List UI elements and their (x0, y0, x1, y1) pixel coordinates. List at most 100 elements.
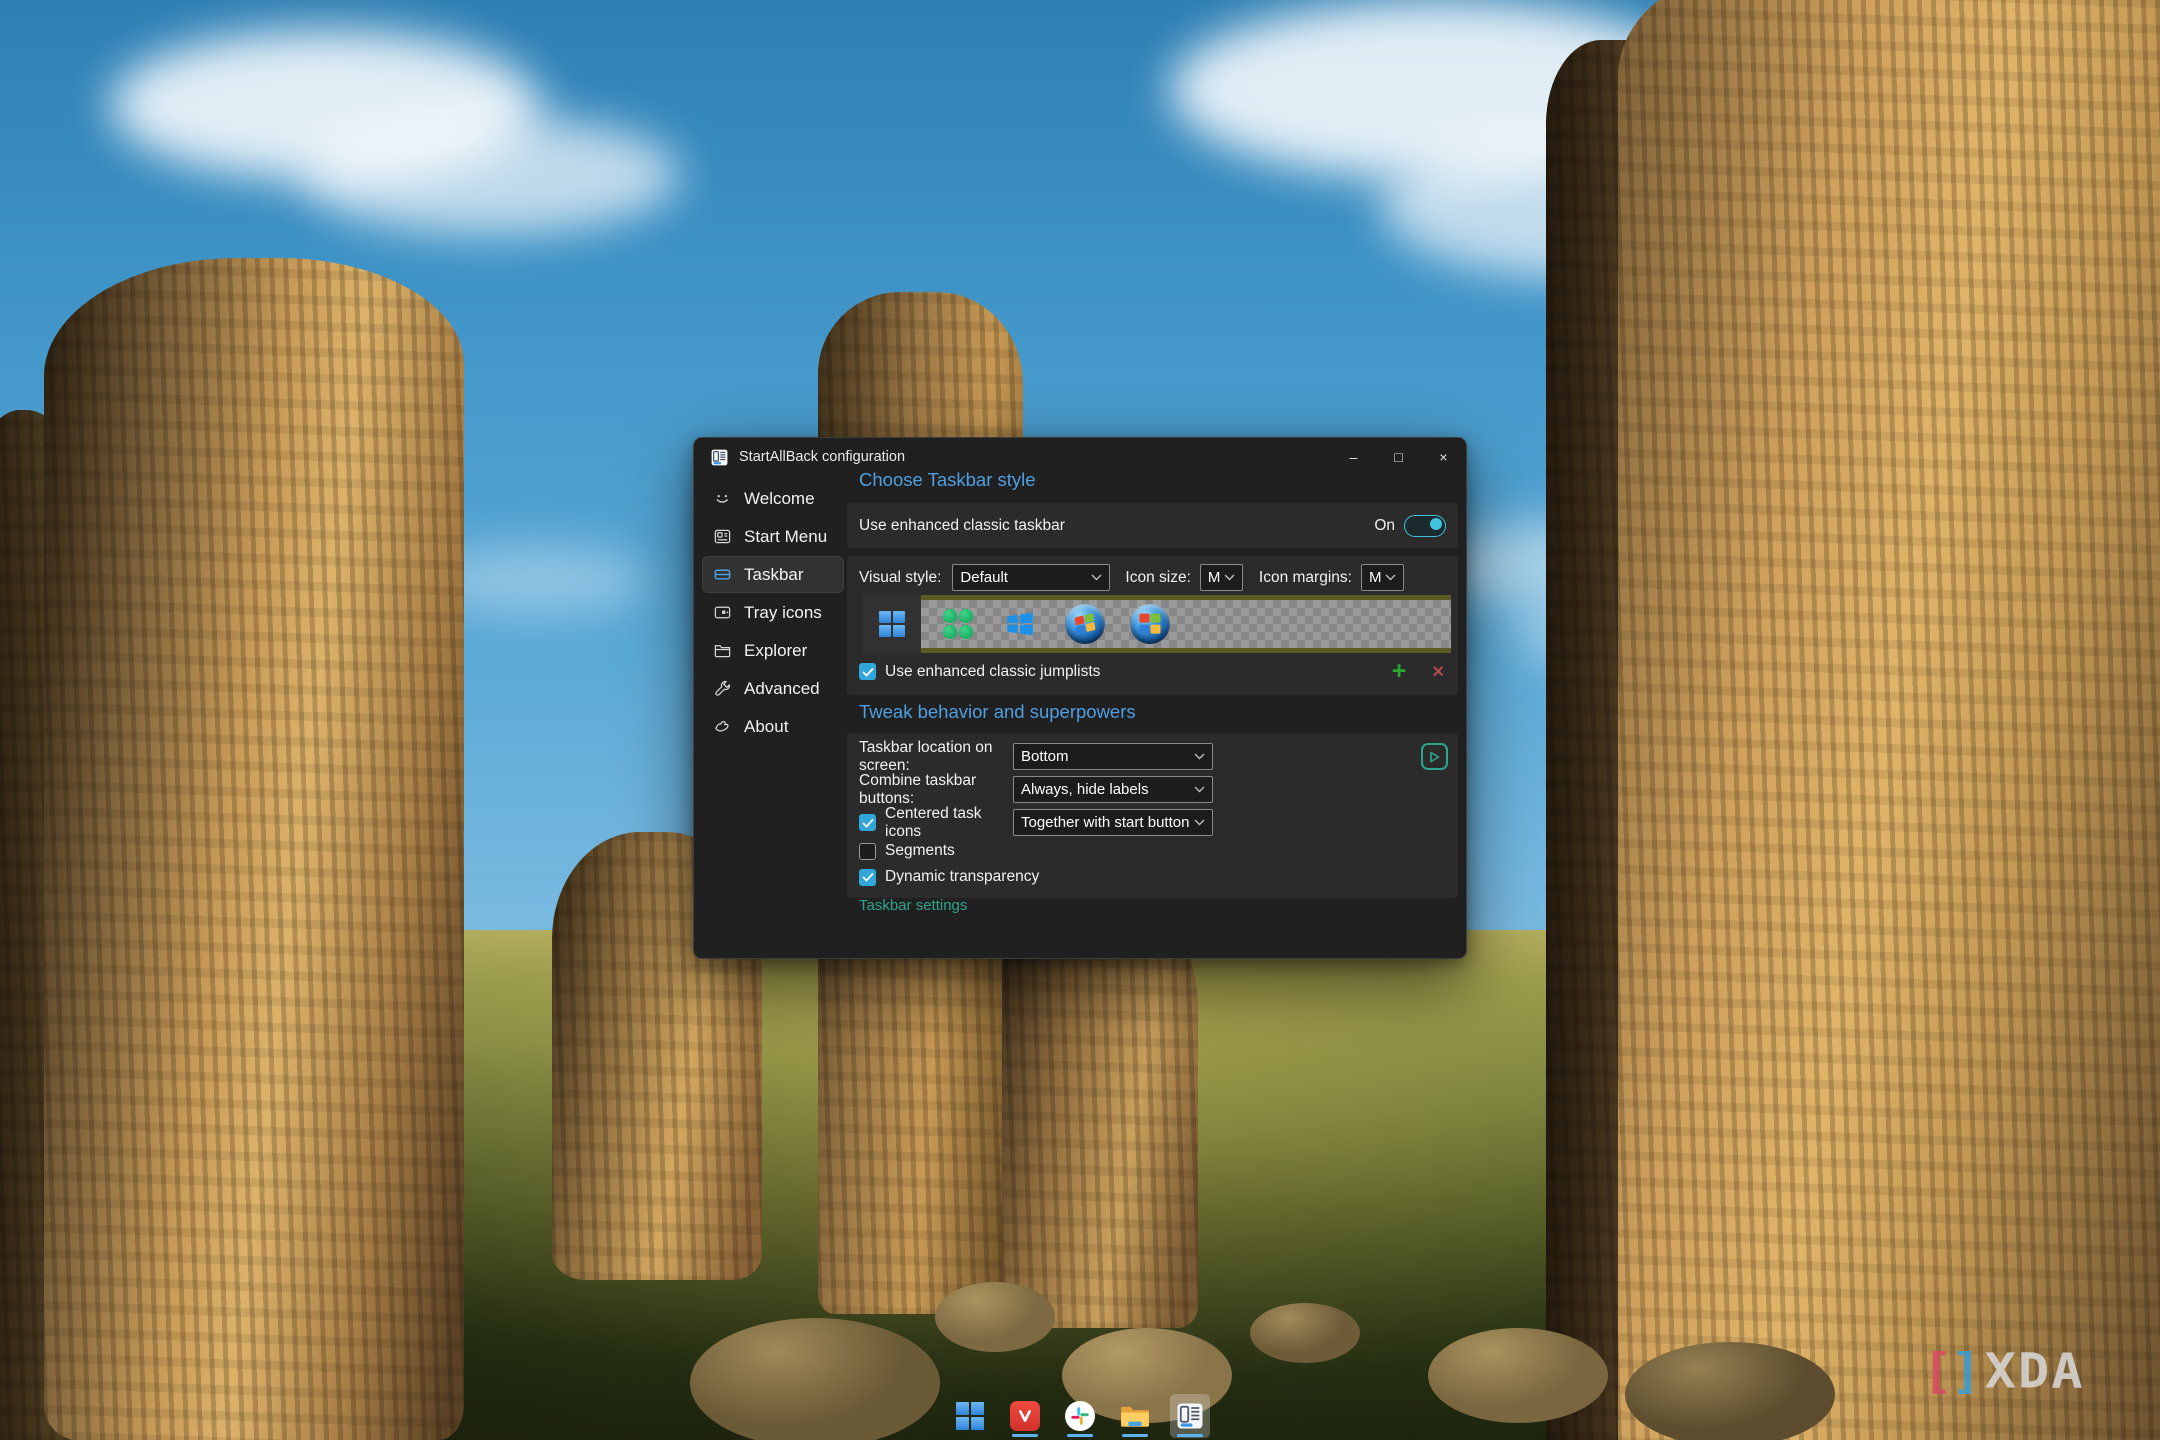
segments-checkbox[interactable] (859, 843, 876, 860)
style-option-windows10[interactable] (1003, 607, 1037, 641)
style-option-vista-orb[interactable] (1130, 604, 1170, 644)
rock (935, 1282, 1055, 1352)
combine-buttons-dropdown[interactable]: Always, hide labels (1013, 776, 1213, 803)
sidebar-item-advanced[interactable]: Advanced (702, 670, 844, 707)
start-button[interactable] (950, 1394, 990, 1438)
smiley-icon (713, 489, 732, 508)
sidebar-item-welcome[interactable]: Welcome (702, 480, 844, 517)
tray-icons-icon (713, 603, 732, 622)
centered-icons-label: Centered task icons (885, 805, 1013, 841)
style-preview-strip (921, 595, 1451, 653)
icon-margins-dropdown[interactable]: M (1361, 564, 1404, 591)
taskbar-button-slack[interactable] (1060, 1394, 1100, 1438)
sidebar: Welcome Start Menu Taskbar Tray icons (702, 480, 844, 746)
icon-size-label: Icon size: (1125, 569, 1190, 587)
xda-watermark: []XDA (1922, 1344, 2085, 1399)
taskbar-settings-link[interactable]: Taskbar settings (859, 897, 967, 914)
windows-11-logo-icon (879, 611, 905, 637)
rock (690, 1318, 940, 1440)
check-icon (862, 667, 874, 677)
style-option-windows7-orb[interactable] (1065, 604, 1105, 644)
sidebar-item-start-menu[interactable]: Start Menu (702, 518, 844, 555)
check-icon (862, 818, 874, 828)
sidebar-item-label: Start Menu (744, 527, 827, 547)
taskbar-style-preview (863, 593, 1451, 655)
visual-style-label: Visual style: (859, 569, 941, 587)
toggle-knob (1430, 518, 1442, 530)
hand-icon (713, 717, 732, 736)
enhanced-taskbar-toggle[interactable] (1404, 515, 1446, 537)
window-title: StartAllBack configuration (739, 449, 905, 465)
close-button[interactable]: × (1421, 438, 1466, 476)
add-style-button[interactable]: + (1390, 659, 1409, 684)
icon-margins-value: M (1369, 569, 1382, 586)
chevron-down-icon (1224, 574, 1235, 581)
taskbar-location-label: Taskbar location on screen: (859, 739, 1013, 775)
icon-size-value: M (1208, 569, 1221, 586)
taskbar-button-startallback[interactable] (1170, 1394, 1210, 1438)
check-icon (862, 872, 874, 882)
sidebar-item-taskbar[interactable]: Taskbar (702, 556, 844, 593)
behavior-panel: Taskbar location on screen: Bottom Combi… (847, 733, 1458, 898)
remove-style-button[interactable]: × (1430, 662, 1446, 682)
sidebar-item-label: Advanced (744, 679, 820, 699)
windows-flag-icon (1075, 613, 1096, 634)
system-taskbar (950, 1392, 1210, 1440)
sidebar-item-tray-icons[interactable]: Tray icons (702, 594, 844, 631)
combine-buttons-label: Combine taskbar buttons: (859, 772, 1013, 808)
play-icon (1429, 751, 1440, 763)
taskbar-location-value: Bottom (1021, 748, 1069, 765)
sidebar-item-label: Tray icons (744, 603, 822, 623)
running-indicator (1122, 1434, 1148, 1437)
windows-11-logo-icon (956, 1402, 984, 1430)
enhanced-taskbar-label: Use enhanced classic taskbar (859, 517, 1374, 535)
chevron-down-icon (1091, 574, 1102, 581)
startallback-icon (1175, 1401, 1205, 1431)
standing-stone (1618, 0, 2160, 1440)
style-option-windows11[interactable] (863, 593, 921, 655)
chevron-down-icon (1194, 753, 1205, 760)
sidebar-item-explorer[interactable]: Explorer (702, 632, 844, 669)
running-indicator (1177, 1434, 1203, 1437)
folder-icon (1119, 1400, 1151, 1432)
folder-icon (713, 641, 732, 660)
watermark-bracket-left: [ (1922, 1344, 1950, 1399)
dynamic-transparency-label: Dynamic transparency (885, 868, 1039, 886)
icon-size-dropdown[interactable]: M (1200, 564, 1243, 591)
taskbar-location-dropdown[interactable]: Bottom (1013, 743, 1213, 770)
maximize-button[interactable]: □ (1376, 438, 1421, 476)
jumplists-label: Use enhanced classic jumplists (885, 663, 1100, 681)
chevron-down-icon (1194, 819, 1205, 826)
sidebar-item-about[interactable]: About (702, 708, 844, 745)
taskbar-icon (713, 565, 732, 584)
sidebar-item-label: Taskbar (744, 565, 804, 585)
icon-margins-label: Icon margins: (1259, 569, 1352, 587)
visual-style-value: Default (960, 569, 1008, 586)
vivaldi-icon (1010, 1401, 1040, 1431)
wrench-icon (713, 679, 732, 698)
start-menu-icon (713, 527, 732, 546)
sidebar-item-label: Explorer (744, 641, 807, 661)
watermark-text: XDA (1985, 1344, 2085, 1399)
centered-icons-checkbox[interactable] (859, 814, 876, 831)
style-option-clover[interactable] (943, 609, 973, 639)
video-demo-button[interactable] (1421, 743, 1448, 770)
taskbar-button-vivaldi[interactable] (1005, 1394, 1045, 1438)
running-indicator (1067, 1434, 1093, 1437)
taskbar-button-explorer[interactable] (1115, 1394, 1155, 1438)
rock (1250, 1303, 1360, 1363)
running-indicator (1012, 1434, 1038, 1437)
centered-icons-dropdown[interactable]: Together with start button (1013, 809, 1213, 836)
minimize-button[interactable]: – (1331, 438, 1376, 476)
watermark-bracket-right: ] (1950, 1344, 1978, 1399)
titlebar[interactable]: StartAllBack configuration – □ × (694, 438, 1466, 476)
jumplists-checkbox[interactable] (859, 663, 876, 680)
combine-buttons-value: Always, hide labels (1021, 781, 1149, 798)
chevron-down-icon (1194, 786, 1205, 793)
rock (1428, 1328, 1608, 1423)
startallback-app-icon (710, 448, 729, 467)
sidebar-item-label: Welcome (744, 489, 815, 509)
desktop: []XDA (0, 0, 2160, 1440)
visual-style-dropdown[interactable]: Default (952, 564, 1110, 591)
dynamic-transparency-checkbox[interactable] (859, 869, 876, 886)
